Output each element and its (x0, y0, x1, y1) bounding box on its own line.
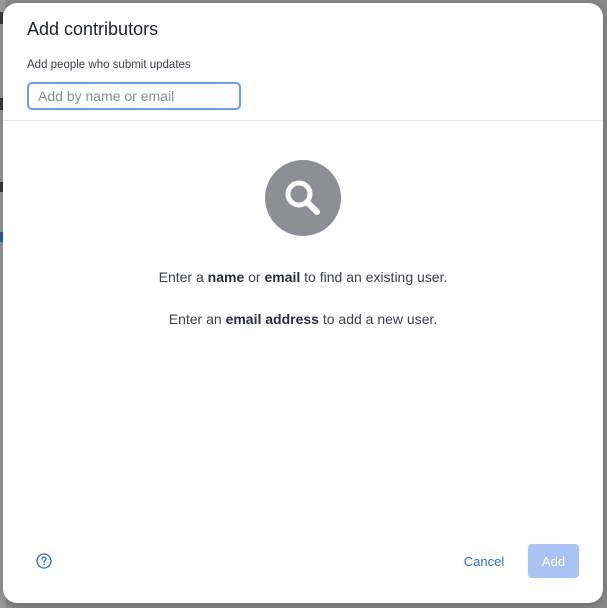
question-circle-icon[interactable] (36, 553, 52, 569)
empty-state-hint-find: Enter a name or email to find an existin… (3, 269, 603, 285)
cancel-button[interactable]: Cancel (454, 544, 514, 578)
search-input[interactable] (27, 82, 241, 110)
hint-emphasis: email (264, 269, 301, 285)
hint-text: Enter an (168, 311, 226, 327)
add-button[interactable]: Add (528, 544, 579, 578)
dialog-subtitle: Add people who submit updates (27, 59, 191, 71)
hint-text: Enter a (158, 269, 208, 285)
hint-text: or (244, 269, 265, 285)
hint-text: to add a new user. (318, 311, 438, 327)
empty-state-hint-add: Enter an email address to add a new user… (3, 311, 603, 327)
hint-emphasis: email address (225, 311, 319, 327)
search-icon (265, 160, 341, 236)
hint-text: to find an existing user. (300, 269, 448, 285)
dialog-title: Add contributors (27, 19, 159, 39)
header-divider (3, 120, 603, 121)
add-contributors-dialog: Add contributors Add people who submit u… (3, 3, 603, 603)
hint-emphasis: name (207, 269, 245, 285)
